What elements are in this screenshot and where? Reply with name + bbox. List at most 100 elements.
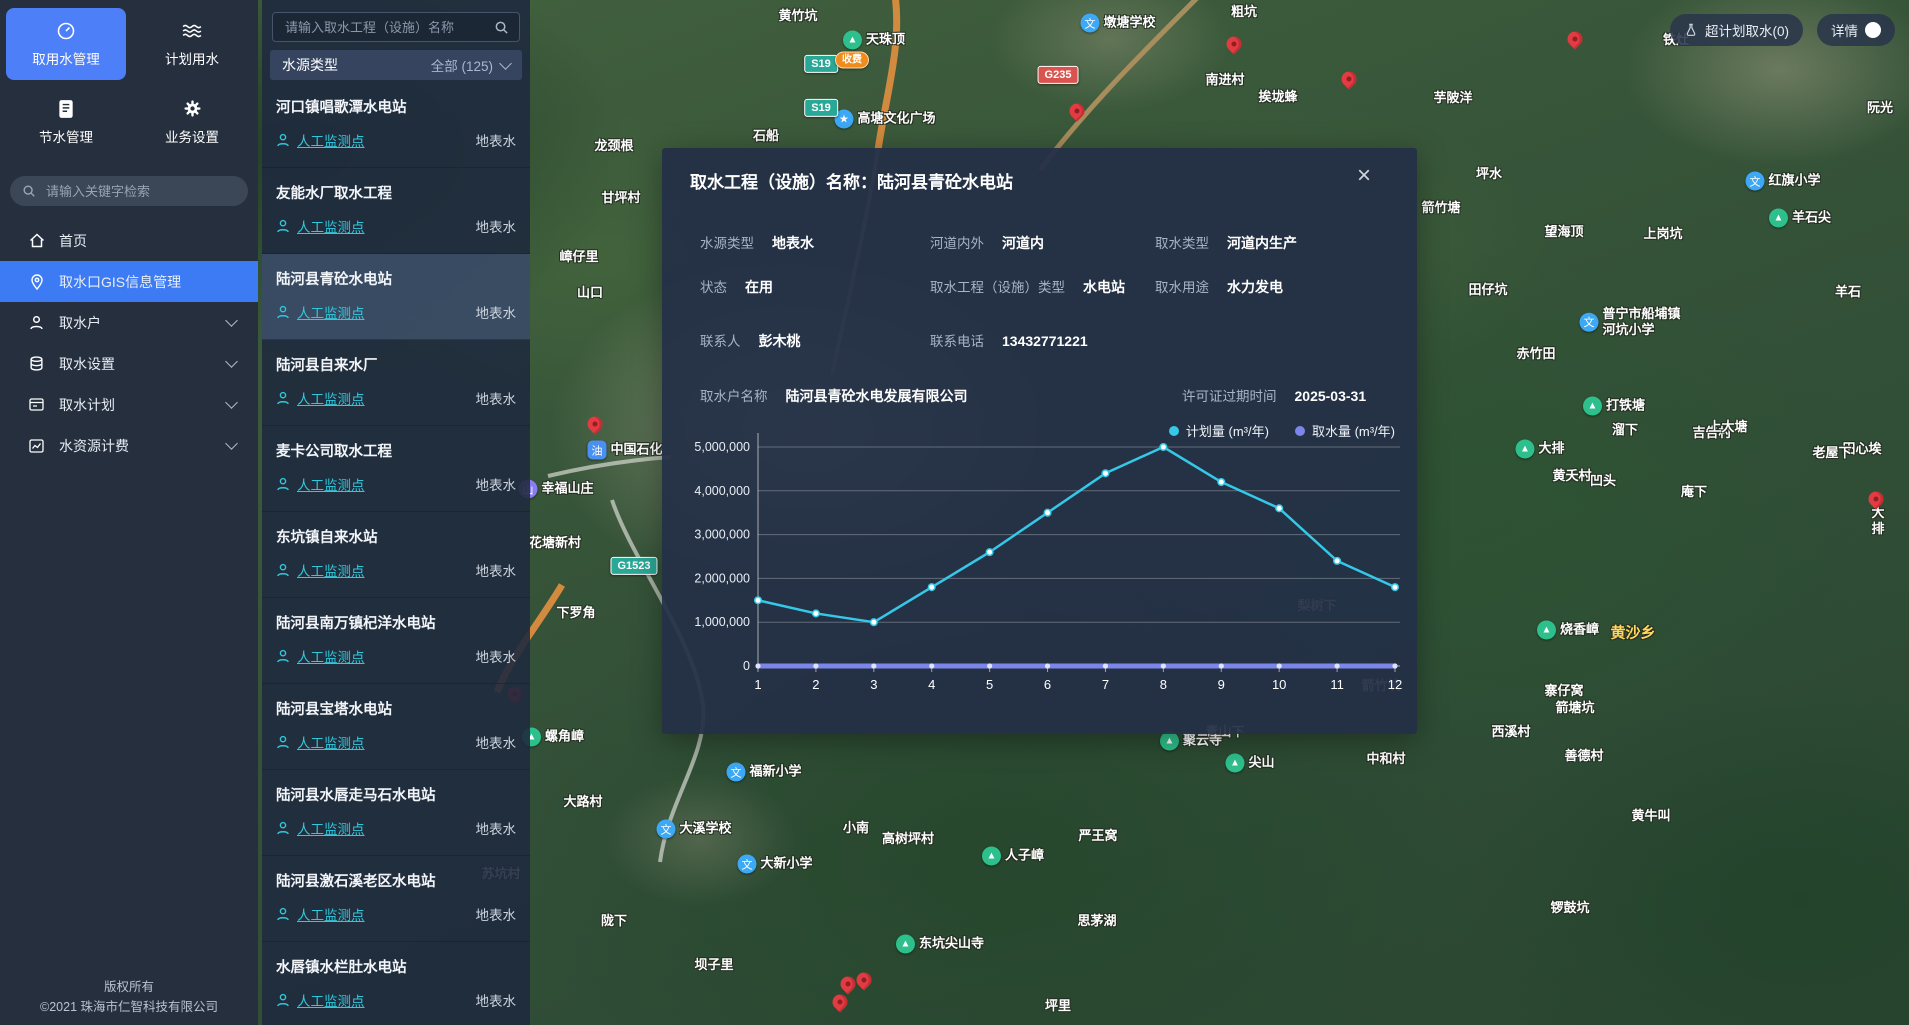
- map-label[interactable]: 箭塘坑: [1555, 700, 1594, 716]
- sidebar-item-1[interactable]: 取水口GIS信息管理: [0, 261, 258, 302]
- sidebar-item-0[interactable]: 首页: [0, 220, 258, 261]
- monitor-type-link[interactable]: 人工监测点: [297, 732, 365, 752]
- app-tile-2[interactable]: 节水管理: [6, 86, 126, 158]
- map-label[interactable]: 望海顶: [1544, 224, 1583, 240]
- map-label[interactable]: 善德村: [1564, 748, 1603, 764]
- map-label[interactable]: 凹头: [1590, 473, 1616, 489]
- map-label[interactable]: 龙颈根: [594, 138, 633, 154]
- map-label[interactable]: 文福新小学: [726, 763, 801, 782]
- sidebar-search-input[interactable]: [44, 183, 236, 200]
- map-label[interactable]: 黄牛叫: [1631, 808, 1670, 824]
- map-label[interactable]: 文红旗小学: [1745, 172, 1820, 191]
- map-label[interactable]: 芋陂洋: [1433, 90, 1472, 106]
- monitor-type-link[interactable]: 人工监测点: [297, 216, 365, 236]
- monitor-type-link[interactable]: 人工监测点: [297, 646, 365, 666]
- map-label[interactable]: 黄竹坑: [778, 8, 817, 24]
- map-label[interactable]: 坝子里: [694, 957, 733, 973]
- map-label[interactable]: 文普宁市船埔镇 河坑小学: [1579, 306, 1680, 339]
- station-search[interactable]: [272, 12, 520, 42]
- app-tile-1[interactable]: 计划用水: [132, 8, 252, 80]
- map-label[interactable]: 南进村: [1205, 72, 1244, 88]
- close-icon[interactable]: ×: [1357, 164, 1371, 188]
- map-label[interactable]: 田仔坑: [1468, 282, 1507, 298]
- map-label[interactable]: ▲尖山: [1225, 754, 1274, 773]
- station-row-3[interactable]: 陆河县自来水厂人工监测点地表水: [262, 340, 530, 426]
- map-label[interactable]: 黄夭村: [1552, 468, 1591, 484]
- map-label[interactable]: 嶂仔里: [559, 249, 598, 265]
- map-label[interactable]: 油中国石化: [587, 441, 662, 460]
- monitor-type-link[interactable]: 人工监测点: [297, 904, 365, 924]
- station-row-0[interactable]: 河口镇唱歌潭水电站人工监测点地表水: [262, 82, 530, 168]
- map-label[interactable]: 下罗角: [556, 605, 595, 621]
- road-badge[interactable]: 收费: [835, 52, 869, 69]
- map-pin-icon[interactable]: [1338, 68, 1359, 89]
- map-label[interactable]: 溜下: [1612, 422, 1638, 438]
- map-label[interactable]: ▲羊石尖: [1769, 209, 1831, 228]
- map-label[interactable]: 高树坪村: [882, 831, 934, 847]
- road-badge[interactable]: S19: [804, 99, 838, 117]
- map-label[interactable]: 陇下: [601, 913, 627, 929]
- map-label[interactable]: 粗坑: [1231, 4, 1257, 20]
- map-label[interactable]: 箭竹塘: [1421, 200, 1460, 216]
- map-label[interactable]: 小南: [843, 820, 869, 836]
- map-label[interactable]: 羊石: [1835, 284, 1861, 300]
- map-pin-icon[interactable]: [853, 969, 874, 990]
- sidebar-item-4[interactable]: 取水计划: [0, 384, 258, 425]
- map-label[interactable]: ▲天珠顶: [843, 31, 905, 50]
- monitor-type-link[interactable]: 人工监测点: [297, 130, 365, 150]
- road-badge[interactable]: G1523: [610, 557, 657, 575]
- map-label[interactable]: 花塘新村: [529, 535, 581, 551]
- filter-dropdown[interactable]: 全部 (125): [431, 55, 510, 75]
- map-pin-icon[interactable]: [837, 973, 858, 994]
- map-label[interactable]: ▲烧香嶂: [1537, 621, 1599, 640]
- station-row-1[interactable]: 友能水厂取水工程人工监测点地表水: [262, 168, 530, 254]
- map-label[interactable]: ▲打铁塘: [1583, 397, 1645, 416]
- over-plan-button[interactable]: 超计划取水(0): [1670, 14, 1803, 46]
- map-label[interactable]: ▲大排: [1515, 440, 1564, 459]
- map-label[interactable]: 文墩塘学校: [1080, 14, 1155, 33]
- map-label[interactable]: 坪里: [1045, 998, 1071, 1014]
- map-label[interactable]: ★高塘文化广场: [834, 110, 935, 129]
- station-row-9[interactable]: 陆河县激石溪老区水电站人工监测点地表水: [262, 856, 530, 942]
- map-label[interactable]: 挨垅蜂: [1258, 89, 1297, 105]
- station-row-2[interactable]: 陆河县青砼水电站人工监测点地表水: [262, 254, 530, 340]
- map-label[interactable]: 锣鼓坑: [1550, 900, 1589, 916]
- map-pin-icon[interactable]: [584, 413, 605, 434]
- station-search-input[interactable]: [283, 19, 486, 36]
- map-label[interactable]: ▲人子嶂: [982, 847, 1044, 866]
- road-badge[interactable]: G235: [1038, 66, 1079, 84]
- monitor-type-link[interactable]: 人工监测点: [297, 388, 365, 408]
- map-label[interactable]: 思茅湖: [1077, 913, 1116, 929]
- map-label[interactable]: 西溪村: [1491, 724, 1530, 740]
- station-row-7[interactable]: 陆河县宝塔水电站人工监测点地表水: [262, 684, 530, 770]
- map-pin-icon[interactable]: [1223, 33, 1244, 54]
- map-label[interactable]: 中和村: [1366, 751, 1405, 767]
- monitor-type-link[interactable]: 人工监测点: [297, 474, 365, 494]
- sidebar-item-3[interactable]: 取水设置: [0, 343, 258, 384]
- map-label[interactable]: 石船: [753, 128, 779, 144]
- map-pin-icon[interactable]: [1066, 100, 1087, 121]
- detail-toggle[interactable]: 详情: [1817, 14, 1895, 46]
- map-label[interactable]: 老屋下: [1812, 445, 1851, 461]
- road-badge[interactable]: S19: [804, 55, 838, 73]
- map-label[interactable]: 阮光: [1867, 100, 1893, 116]
- map-label[interactable]: 严王窝: [1078, 828, 1117, 844]
- sidebar-search[interactable]: [10, 176, 248, 206]
- map-label[interactable]: 坪水: [1476, 166, 1502, 182]
- map-label[interactable]: 赤竹田: [1516, 346, 1555, 362]
- station-row-10[interactable]: 水唇镇水栏肚水电站人工监测点地表水: [262, 942, 530, 1025]
- map-label[interactable]: ▲东坑尖山寺: [896, 935, 984, 954]
- map-label[interactable]: 文大溪学校: [656, 820, 731, 839]
- map-label[interactable]: ▲聚云寺: [1160, 732, 1222, 751]
- station-row-5[interactable]: 东坑镇自来水站人工监测点地表水: [262, 512, 530, 598]
- monitor-type-link[interactable]: 人工监测点: [297, 990, 365, 1010]
- station-row-6[interactable]: 陆河县南万镇杞洋水电站人工监测点地表水: [262, 598, 530, 684]
- map-label[interactable]: ▲螺角嶂: [522, 728, 584, 747]
- station-row-4[interactable]: 麦卡公司取水工程人工监测点地表水: [262, 426, 530, 512]
- map-pin-icon[interactable]: [1564, 28, 1585, 49]
- search-icon[interactable]: [494, 20, 509, 35]
- sidebar-item-2[interactable]: 取水户: [0, 302, 258, 343]
- map-label[interactable]: 大路村: [563, 794, 602, 810]
- map-label[interactable]: 黄沙乡: [1610, 625, 1655, 644]
- map-label[interactable]: 庵下: [1681, 484, 1707, 500]
